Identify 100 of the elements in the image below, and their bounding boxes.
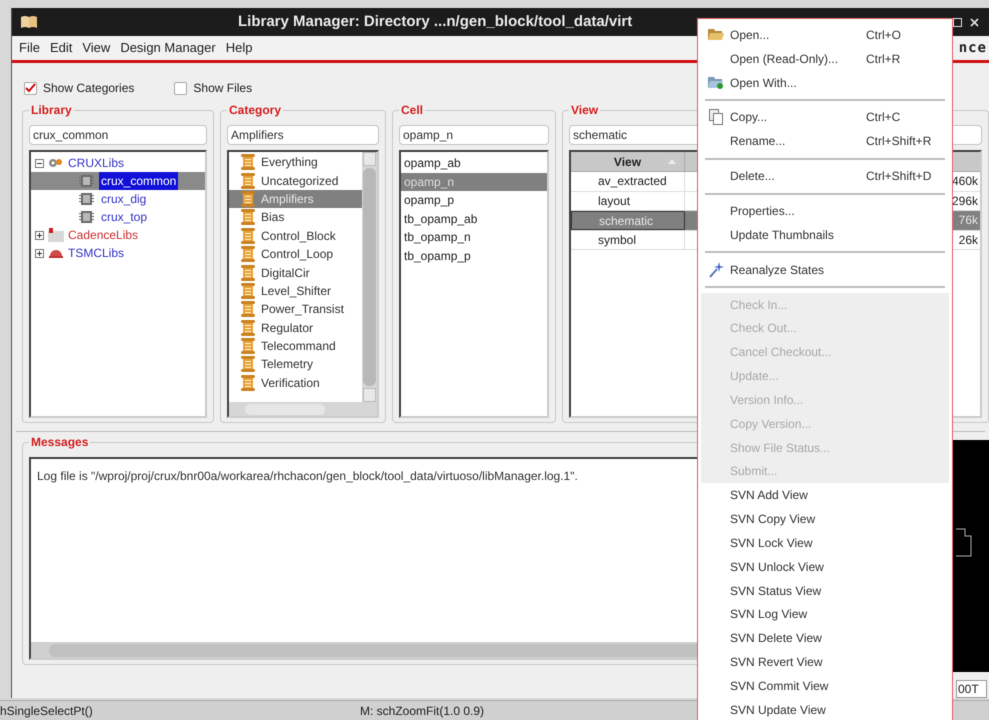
cell-item[interactable]: tb_opamp_ab — [401, 210, 547, 228]
group-title: Messages — [30, 435, 90, 449]
category-label: Bias — [261, 209, 284, 226]
table-cell-text: 296k — [950, 192, 979, 210]
category-item[interactable]: Bias — [229, 208, 362, 227]
menu-option[interactable]: Open (Read-Only)... Ctrl+R — [701, 46, 949, 71]
library-group-label: CadenceLibs — [68, 227, 138, 244]
menu-option[interactable]: Reanalyze States — [701, 258, 949, 282]
expand-toggle[interactable] — [35, 248, 44, 258]
dome-icon — [48, 247, 64, 259]
close-icon[interactable] — [970, 18, 979, 26]
category-item[interactable]: Level_Shifter — [229, 282, 362, 300]
category-item[interactable]: Power_Transist — [229, 300, 362, 319]
category-label: Everything — [261, 154, 318, 172]
menu-option[interactable]: SVN Unlock View — [701, 554, 949, 579]
tree-item[interactable]: crux_dig — [31, 190, 205, 208]
cell-item[interactable]: opamp_p — [401, 191, 547, 210]
table-cell: symbol — [571, 230, 685, 249]
filter-field[interactable]: Amplifiers — [227, 125, 379, 145]
category-item[interactable]: Uncategorized — [229, 171, 362, 190]
menu-option[interactable]: Open... Ctrl+O — [701, 23, 949, 47]
document-icon — [241, 246, 255, 262]
menu-item[interactable]: Edit — [44, 38, 78, 58]
menu-option[interactable]: SVN Log View — [701, 602, 949, 626]
document-icon — [241, 320, 255, 336]
category-item[interactable]: DigitalCir — [229, 263, 362, 282]
menu-option[interactable]: Rename... Ctrl+Shift+R — [701, 129, 949, 154]
checkbox[interactable] — [174, 82, 188, 94]
menu-option[interactable]: Update Thumbnails — [701, 222, 949, 247]
category-item[interactable]: Telemetry — [229, 355, 362, 374]
tree-item[interactable]: CadenceLibs — [31, 226, 205, 244]
sort-ascending-icon — [668, 159, 676, 164]
status-text: hSingleSelectPt() — [0, 702, 94, 720]
horizontal-scrollbar[interactable] — [229, 402, 377, 416]
shortcut-text: Ctrl+R — [866, 50, 900, 68]
menu-option[interactable]: SVN Update View — [701, 698, 949, 720]
document-icon — [241, 209, 255, 226]
folder-icon — [708, 76, 724, 90]
table-cell-text: 76k — [958, 212, 979, 229]
menu-item[interactable]: File — [14, 38, 45, 58]
shortcut-text: Ctrl+O — [866, 26, 902, 44]
menu-option[interactable]: Delete... Ctrl+Shift+D — [701, 164, 949, 188]
category-label: DigitalCir — [261, 264, 310, 282]
menu-item[interactable]: View — [77, 38, 116, 58]
menu-option[interactable]: Open With... — [701, 70, 949, 95]
category-item[interactable]: Everything — [229, 153, 362, 172]
gears-icon — [48, 157, 64, 169]
tree-item[interactable]: CRUXLibs — [31, 154, 205, 172]
menu-option[interactable]: SVN Commit View — [701, 674, 949, 698]
category-label: Telemetry — [261, 356, 314, 374]
category-label: Power_Transist — [261, 301, 344, 318]
menu-item[interactable]: Design Manager — [115, 38, 221, 58]
category-item[interactable]: Regulator — [229, 318, 362, 337]
category-label: Control_Block — [261, 228, 336, 245]
group-title: Cell — [400, 103, 424, 117]
category-item[interactable]: Verification — [229, 374, 362, 392]
expand-toggle[interactable] — [35, 230, 44, 240]
category-label: Level_Shifter — [261, 282, 332, 300]
tree-item[interactable]: crux_common — [31, 172, 205, 190]
menu-option[interactable]: SVN Add View — [701, 483, 949, 508]
group-title: Library — [30, 103, 73, 117]
menu-option[interactable]: SVN Copy View — [701, 507, 949, 532]
tree-item[interactable]: TSMCLibs — [31, 244, 205, 262]
library-label: crux_dig — [100, 191, 148, 208]
chip-icon — [79, 174, 94, 188]
filter-field[interactable]: crux_common — [29, 125, 207, 145]
library-group-label: TSMCLibs — [68, 245, 124, 262]
filter-field[interactable]: opamp_n — [399, 125, 549, 145]
menu-option[interactable]: Copy... Ctrl+C — [701, 106, 949, 130]
checkbox-label: Show Categories — [43, 80, 134, 97]
table-cell: schematic — [571, 211, 685, 230]
menu-option[interactable]: SVN Status View — [701, 578, 949, 603]
menu-option[interactable]: SVN Revert View — [701, 650, 949, 674]
menu-item[interactable]: Help — [220, 38, 258, 58]
category-item[interactable]: Control_Loop — [229, 244, 362, 264]
shortcut-text: Ctrl+C — [866, 109, 900, 126]
category-label: Regulator — [261, 320, 314, 337]
library-label: crux_top — [100, 209, 148, 226]
cell-item[interactable]: opamp_ab — [401, 154, 547, 172]
menu-option[interactable]: SVN Delete View — [701, 626, 949, 650]
cell-item[interactable]: tb_opamp_n — [401, 228, 547, 246]
collapse-toggle[interactable] — [35, 158, 44, 168]
menu-option[interactable]: Properties... — [701, 199, 949, 223]
category-item[interactable]: Telecommand — [229, 336, 362, 356]
copy-icon — [708, 109, 722, 126]
category-label: Telecommand — [261, 338, 336, 356]
vertical-scrollbar[interactable] — [362, 152, 377, 402]
category-label: Uncategorized — [261, 172, 338, 190]
maximize-icon[interactable] — [953, 18, 962, 26]
category-item[interactable]: Control_Block — [229, 226, 362, 245]
shortcut-text: Ctrl+Shift+R — [866, 133, 932, 150]
status-text: M: schZoomFit(1.0 0.9) — [360, 702, 484, 720]
group-title: View — [570, 103, 600, 117]
cell-item[interactable]: tb_opamp_p — [401, 246, 547, 265]
menu-option[interactable]: SVN Lock View — [701, 531, 949, 555]
sparkle-icon — [708, 262, 724, 278]
checkbox[interactable] — [24, 82, 37, 94]
folder-icon — [708, 28, 724, 42]
tree-item[interactable]: crux_top — [31, 208, 205, 226]
document-icon — [241, 356, 255, 372]
